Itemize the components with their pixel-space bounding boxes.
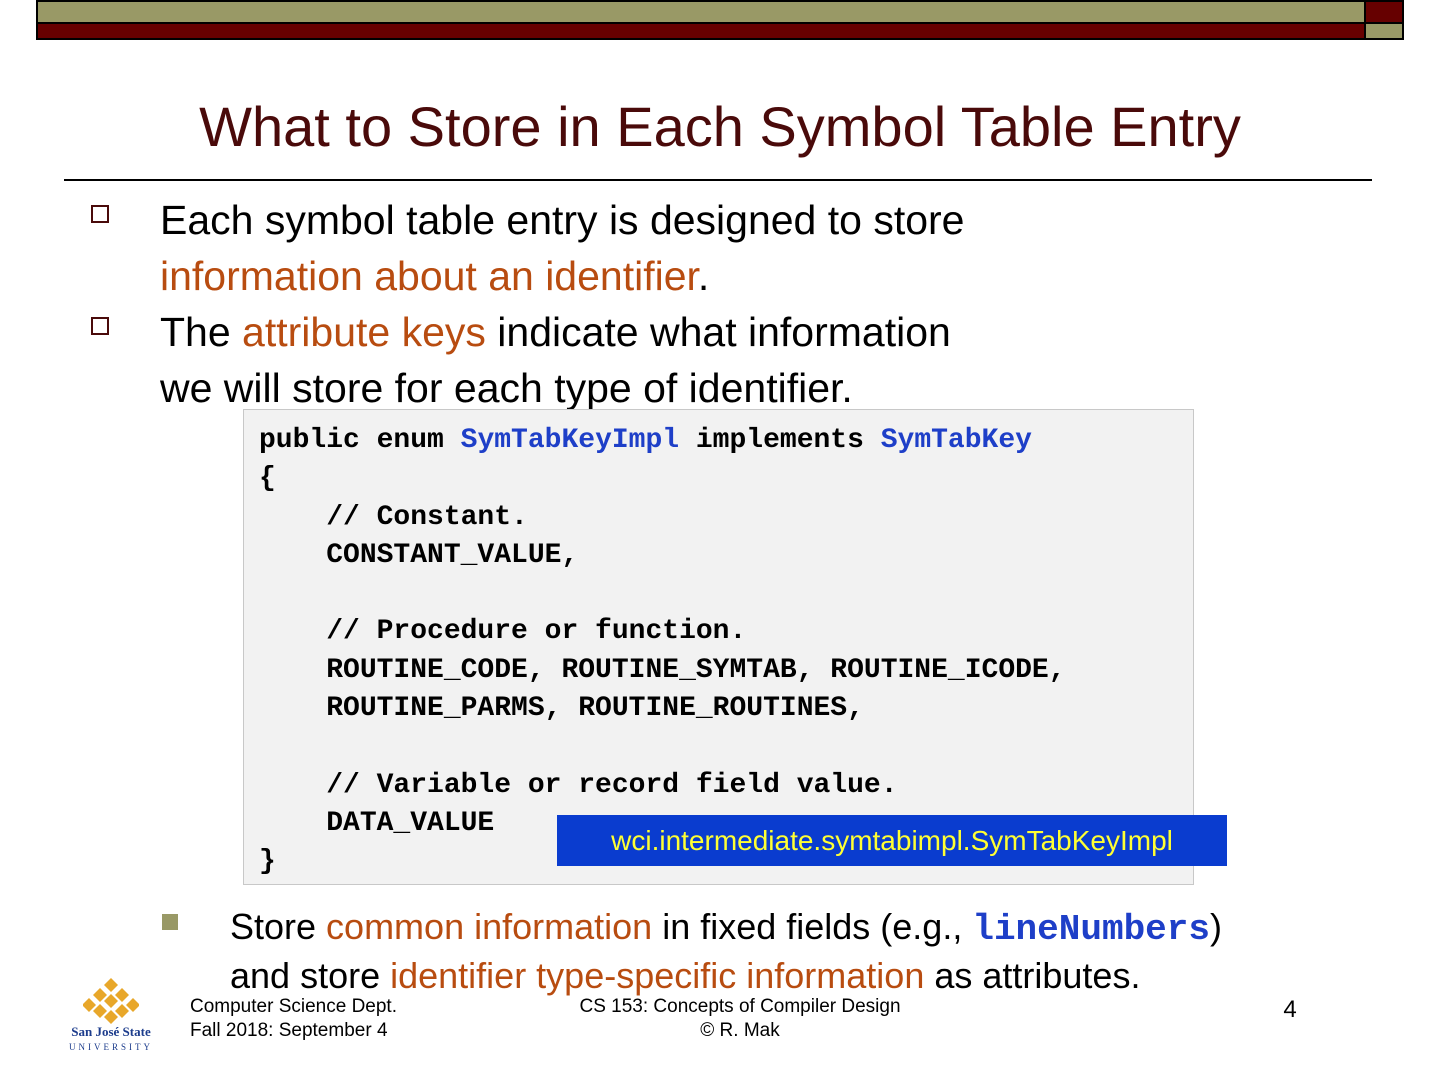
- code-line: ROUTINE_PARMS, ROUTINE_ROUTINES,: [259, 693, 864, 725]
- class-path-callout: wci.intermediate.symtabimpl.SymTabKeyImp…: [557, 815, 1227, 866]
- code-class-name: SymTabKeyImpl: [460, 425, 680, 456]
- footer-center: CS 153: Concepts of Compiler Design © R.…: [530, 995, 950, 1043]
- bullet-2-text-d: we will store for each type of identifie…: [160, 365, 853, 411]
- bullet-2: The attribute keys indicate what informa…: [160, 304, 1260, 416]
- code-token: public enum: [259, 425, 461, 456]
- code-line: DATA_VALUE: [259, 807, 495, 839]
- code-line-1: public enum SymTabKeyImpl implements Sym…: [259, 425, 1032, 456]
- sub-bullet-text: ): [1209, 906, 1222, 947]
- header-bar-olive: [36, 0, 1366, 24]
- header-bar-maroon: [36, 24, 1366, 40]
- footer-dept: Computer Science Dept.: [190, 996, 397, 1017]
- code-line: CONSTANT_VALUE,: [259, 539, 579, 571]
- sub-bullet: Store common information in fixed fields…: [230, 904, 1430, 999]
- sjsu-logo-icon: [82, 978, 140, 1024]
- slide-title: What to Store in Each Symbol Table Entry: [199, 95, 1241, 158]
- code-block: public enum SymTabKeyImpl implements Sym…: [243, 409, 1194, 885]
- footer-left: Computer Science Dept. Fall 2018: Septem…: [190, 995, 490, 1043]
- code-line: {: [259, 463, 276, 495]
- footer-author: © R. Mak: [700, 1020, 780, 1041]
- sub-bullet-highlight: common information: [326, 906, 653, 947]
- bullet-2-text-c: indicate what information: [485, 309, 951, 355]
- sub-bullet-code: lineNumbers: [972, 909, 1210, 950]
- sub-bullet-text: as attributes.: [924, 955, 1141, 996]
- code-interface-name: SymTabKey: [880, 425, 1032, 456]
- code-line: // Constant.: [259, 501, 528, 533]
- logo-subtitle: UNIVERSITY: [69, 1042, 153, 1052]
- code-line: // Variable or record field value.: [259, 769, 898, 801]
- title-divider: [64, 179, 1372, 181]
- code-line: ROUTINE_CODE, ROUTINE_SYMTAB, ROUTINE_IC…: [259, 654, 1066, 686]
- code-line: // Procedure or function.: [259, 616, 747, 648]
- bullet-1-text-a: Each symbol table entry is designed to s…: [160, 197, 965, 243]
- header-square-olive: [1366, 24, 1404, 40]
- bullet-1: Each symbol table entry is designed to s…: [160, 192, 1260, 304]
- sub-bullet-text: Store: [230, 906, 327, 947]
- footer-course: CS 153: Concepts of Compiler Design: [579, 996, 901, 1017]
- footer-date: Fall 2018: September 4: [190, 1020, 388, 1041]
- sub-bullet-square-icon: [162, 914, 178, 930]
- sub-bullet-text: in fixed fields (e.g.,: [652, 906, 973, 947]
- page-number: 4: [1283, 996, 1297, 1023]
- bullet-2-text-a: The: [160, 309, 243, 355]
- bullet-square-icon: [91, 205, 109, 223]
- code-listing: public enum SymTabKeyImpl implements Sym…: [259, 422, 1066, 882]
- code-token: implements: [679, 425, 881, 456]
- bullet-square-icon: [91, 317, 109, 335]
- bullet-2-highlight: attribute keys: [242, 309, 486, 355]
- code-line: }: [259, 846, 276, 878]
- logo-wordmark: San José State: [71, 1024, 151, 1039]
- sub-bullet-text: and store: [230, 955, 391, 996]
- sub-bullet-highlight: identifier type-specific information: [390, 955, 925, 996]
- bullet-1-highlight: information about an identifier: [160, 253, 698, 299]
- bullet-1-text-c: .: [697, 253, 710, 299]
- header-square-maroon: [1366, 0, 1404, 24]
